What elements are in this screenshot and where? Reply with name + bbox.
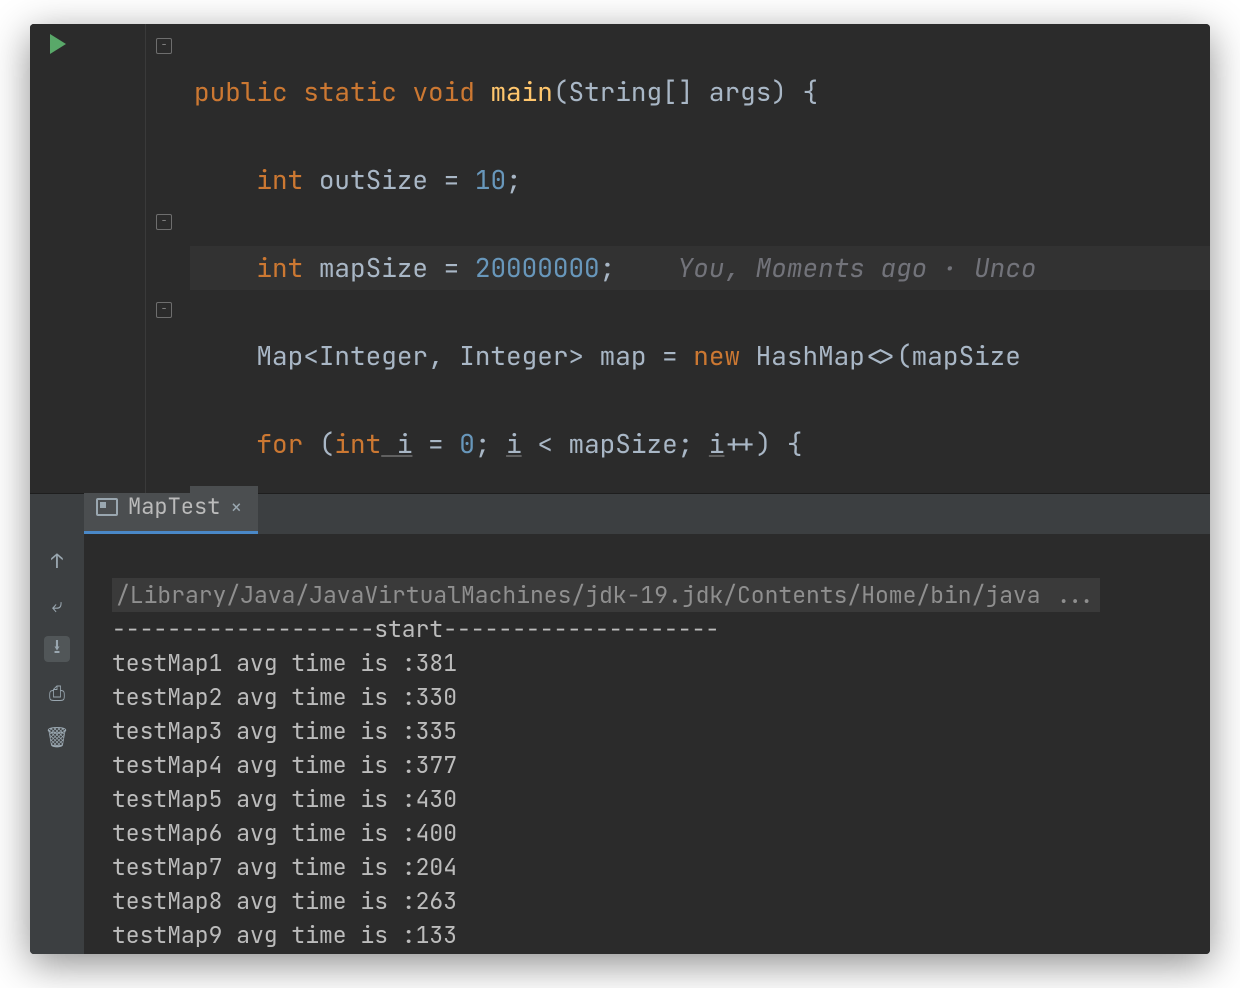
- console-line: testMap1 avg time is :381: [112, 648, 457, 678]
- print-icon[interactable]: ⎙: [44, 680, 70, 706]
- console-line: testMap3 avg time is :335: [112, 716, 457, 746]
- code-line: public static void main(String[] args) {: [190, 70, 1210, 114]
- code-line: int outSize = 10;: [190, 158, 1210, 202]
- run-tabbar: MapTest ×: [30, 494, 1210, 534]
- code-area[interactable]: public static void main(String[] args) {…: [190, 24, 1210, 493]
- console-line: testMap7 avg time is :204: [112, 852, 457, 882]
- run-toolbar: ↑ ⤶ ⭳ ⎙ 🗑: [30, 534, 84, 954]
- git-blame-hint: You, Moments ago · Unco: [678, 250, 1037, 285]
- fold-icon[interactable]: −: [156, 214, 172, 230]
- ide-window: − − − public static void main(String[] a…: [30, 24, 1210, 954]
- console-line: testMap2 avg time is :330: [112, 682, 457, 712]
- run-tool-window: MapTest × ↑ ⤶ ⭳ ⎙ 🗑 /Library/Java/JavaVi…: [30, 493, 1210, 954]
- scroll-up-icon[interactable]: ↑: [44, 548, 70, 574]
- code-line-active: int mapSize = 20000000; You, Moments ago…: [190, 246, 1210, 290]
- application-icon: [96, 498, 118, 516]
- download-icon[interactable]: ⭳: [44, 636, 70, 662]
- close-icon[interactable]: ×: [230, 494, 242, 520]
- console-line: -------------------start----------------…: [112, 614, 719, 644]
- console-line: testMap8 avg time is :263: [112, 886, 457, 916]
- console-line: testMap6 avg time is :400: [112, 818, 457, 848]
- editor-gutter: − − −: [30, 24, 190, 493]
- run-tab[interactable]: MapTest ×: [84, 486, 258, 534]
- fold-icon[interactable]: −: [156, 38, 172, 54]
- console-output[interactable]: /Library/Java/JavaVirtualMachines/jdk-19…: [84, 534, 1210, 954]
- console-command: /Library/Java/JavaVirtualMachines/jdk-19…: [112, 578, 1100, 612]
- fold-close-icon[interactable]: −: [156, 302, 172, 318]
- console-line: testMap4 avg time is :377: [112, 750, 457, 780]
- console-line: testMap9 avg time is :133: [112, 920, 457, 950]
- console-line: testMap5 avg time is :430: [112, 784, 457, 814]
- code-line: for (int i = 0; i < mapSize; i++) {: [190, 422, 1210, 466]
- run-tab-label: MapTest: [128, 492, 220, 521]
- soft-wrap-icon[interactable]: ⤶: [44, 592, 70, 618]
- trash-icon[interactable]: 🗑: [44, 724, 70, 750]
- run-gutter-icon[interactable]: [50, 34, 66, 54]
- code-line: Map<Integer, Integer> map = new HashMap<…: [190, 334, 1210, 378]
- code-editor[interactable]: − − − public static void main(String[] a…: [30, 24, 1210, 493]
